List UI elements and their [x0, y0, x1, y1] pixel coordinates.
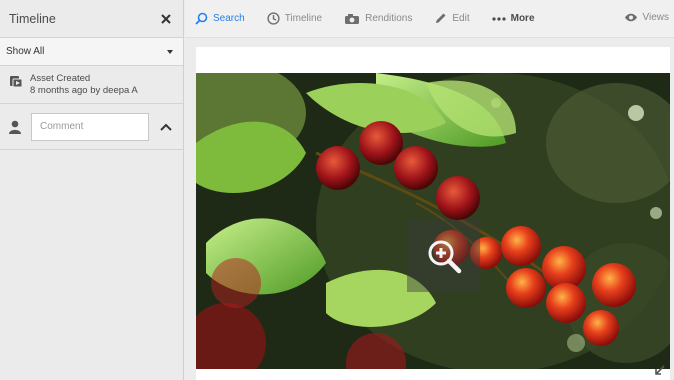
more-label: More [510, 13, 535, 24]
search-label: Search [213, 13, 245, 24]
more-button[interactable]: More [492, 13, 535, 24]
renditions-label: Renditions [365, 13, 413, 24]
fullscreen-icon[interactable] [654, 364, 666, 376]
zoom-in-icon [428, 240, 461, 274]
chevron-up-icon [160, 123, 172, 131]
pencil-icon [436, 13, 446, 23]
zoom-in-button[interactable] [407, 220, 480, 292]
search-icon [195, 12, 208, 25]
more-icon [492, 16, 506, 21]
comment-row [0, 104, 183, 150]
asset-viewer [185, 38, 674, 380]
eye-icon [624, 13, 637, 22]
timeline-event[interactable]: Asset Created 8 months ago by deepa A [0, 66, 183, 104]
edit-label: Edit [452, 13, 470, 24]
asset-toolbar: Search Timeline Renditions Edit More Vie… [185, 0, 674, 38]
search-button[interactable]: Search [195, 12, 245, 25]
asset-image[interactable] [196, 73, 670, 369]
event-title: Asset Created [30, 73, 91, 84]
views-button[interactable]: Views [624, 12, 670, 23]
timeline-filter-dropdown[interactable]: Show All [0, 38, 183, 66]
edit-button[interactable]: Edit [434, 12, 470, 25]
clock-icon [267, 12, 280, 25]
views-label: Views [642, 12, 670, 23]
timeline-button[interactable]: Timeline [267, 12, 322, 25]
collapse-comment-button[interactable] [159, 120, 173, 134]
reset-icon[interactable] [215, 364, 225, 374]
renditions-icon [345, 13, 360, 24]
caret-down-icon [167, 49, 173, 54]
renditions-button[interactable]: Renditions [344, 13, 412, 25]
timeline-label: Timeline [284, 13, 323, 24]
close-icon [161, 13, 171, 24]
comment-input[interactable] [31, 112, 149, 141]
timeline-panel: Timeline Show All Asset Created 8 months… [0, 0, 184, 380]
user-icon [9, 120, 21, 134]
event-meta: 8 months ago by deepa A [30, 85, 138, 96]
filter-selected-value: Show All [6, 46, 45, 57]
close-panel-button[interactable] [159, 12, 173, 26]
rotate-icon[interactable] [259, 364, 269, 374]
asset-created-icon [10, 76, 23, 88]
image-controls [215, 364, 269, 374]
timeline-header: Timeline [0, 0, 183, 38]
panel-title: Timeline [9, 11, 56, 26]
minus-icon[interactable] [237, 364, 247, 374]
